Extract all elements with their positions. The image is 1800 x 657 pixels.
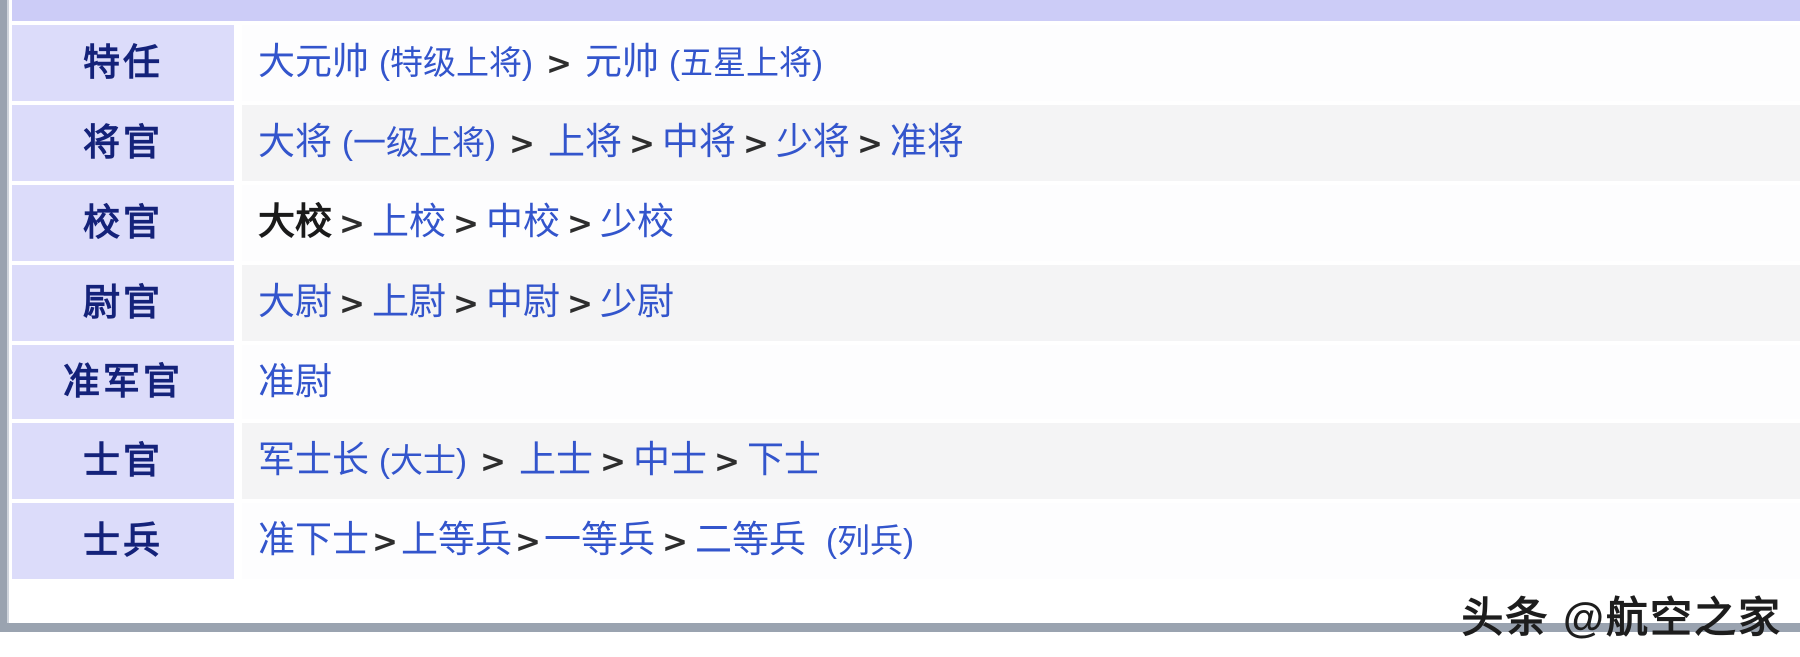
rank-link[interactable]: 大尉 <box>258 281 332 322</box>
rank-category-label: 将官 <box>12 105 242 181</box>
rank-separator: > <box>856 126 883 162</box>
table-row: 校官 大校 > 上校 > 中校 > 少校 <box>12 185 1800 261</box>
rank-category-label: 尉官 <box>12 265 242 341</box>
table-row: 士官 军士长 (大士) > 上士 > 中士 > 下士 <box>12 423 1800 499</box>
rank-alias[interactable]: (特级上将) <box>379 44 533 81</box>
rank-link[interactable]: 上校 <box>372 201 446 242</box>
table-frame: 特任 大元帅 (特级上将) > 元帅 (五星上将) 将官 大将 (一级上将) > 上将 > 中将 > 少将 >… <box>0 0 1800 632</box>
rank-link[interactable]: 中士 <box>633 439 707 480</box>
rank-category-label: 特任 <box>12 25 242 101</box>
rank-link[interactable]: 中尉 <box>486 281 560 322</box>
rank-separator: > <box>514 524 541 560</box>
rank-link[interactable]: 大将 <box>258 121 332 162</box>
rank-category-label: 士官 <box>12 423 242 499</box>
rank-link[interactable]: 下士 <box>747 439 821 480</box>
rank-list: 大校 > 上校 > 中校 > 少校 <box>242 185 1800 261</box>
military-rank-table: 特任 大元帅 (特级上将) > 元帅 (五星上将) 将官 大将 (一级上将) > 上将 > 中将 > 少将 >… <box>12 0 1800 579</box>
rank-category-label: 士兵 <box>12 503 242 579</box>
table-row: 尉官 大尉 > 上尉 > 中尉 > 少尉 <box>12 265 1800 341</box>
rank-link[interactable]: 上将 <box>548 121 622 162</box>
header-band-right <box>242 0 1800 21</box>
rank-separator: > <box>566 286 593 322</box>
rank-list: 准尉 <box>242 345 1800 419</box>
rank-link[interactable]: 上尉 <box>372 281 446 322</box>
rank-link[interactable]: 中将 <box>662 121 736 162</box>
rank-separator: > <box>339 206 365 242</box>
rank-link[interactable]: 少将 <box>776 121 850 162</box>
table-row: 士兵 准下士>上等兵>一等兵 > 二等兵 (列兵) <box>12 503 1800 579</box>
rank-link[interactable]: 少尉 <box>600 281 674 322</box>
rank-link[interactable]: 准下士 <box>258 519 369 560</box>
rank-link[interactable]: 上士 <box>519 439 593 480</box>
rank-link[interactable]: 准将 <box>890 121 964 162</box>
rank-link[interactable]: 少校 <box>600 201 674 242</box>
rank-list: 大尉 > 上尉 > 中尉 > 少尉 <box>242 265 1800 341</box>
rank-alias[interactable]: (列兵) <box>826 522 914 559</box>
rank-separator: > <box>628 126 655 162</box>
rank-separator: > <box>372 524 398 560</box>
rank-separator: > <box>508 126 535 162</box>
rank-link[interactable]: 元帅 <box>585 41 659 82</box>
header-band-left <box>12 0 242 21</box>
rank-separator: > <box>661 524 688 560</box>
table-row: 将官 大将 (一级上将) > 上将 > 中将 > 少将 > 准将 <box>12 105 1800 181</box>
rank-link[interactable]: 上等兵 <box>401 519 512 560</box>
rank-alias[interactable]: (一级上将) <box>342 124 496 161</box>
rank-separator: > <box>479 444 506 480</box>
rank-alias[interactable]: (五星上将) <box>669 44 823 81</box>
rank-link[interactable]: 军士长 <box>258 439 369 480</box>
rank-separator: > <box>339 286 365 322</box>
table-row: 特任 大元帅 (特级上将) > 元帅 (五星上将) <box>12 25 1800 101</box>
rank-list: 大将 (一级上将) > 上将 > 中将 > 少将 > 准将 <box>242 105 1800 181</box>
table-body: 特任 大元帅 (特级上将) > 元帅 (五星上将) 将官 大将 (一级上将) > 上将 > 中将 > 少将 >… <box>12 0 1800 579</box>
rank-separator: > <box>742 126 769 162</box>
rank-separator: > <box>545 46 572 82</box>
table-row: 准军官 准尉 <box>12 345 1800 419</box>
rank-list: 大元帅 (特级上将) > 元帅 (五星上将) <box>242 25 1800 101</box>
watermark: 头条 @航空之家 <box>1461 594 1782 641</box>
rank-list: 准下士>上等兵>一等兵 > 二等兵 (列兵) <box>242 503 1800 579</box>
rank-separator: > <box>452 206 479 242</box>
table-header-band <box>12 0 1800 21</box>
rank-list: 军士长 (大士) > 上士 > 中士 > 下士 <box>242 423 1800 499</box>
rank-category-label: 校官 <box>12 185 242 261</box>
rank-link[interactable]: 二等兵 <box>695 519 806 560</box>
rank-link[interactable]: 准尉 <box>258 361 332 402</box>
rank-separator: > <box>599 444 626 480</box>
rank-link[interactable]: 中校 <box>486 201 560 242</box>
rank-separator: > <box>566 206 593 242</box>
rank-link[interactable]: 大元帅 <box>258 41 369 82</box>
rank-separator: > <box>713 444 740 480</box>
rank-alias[interactable]: (大士) <box>379 442 467 479</box>
rank-separator: > <box>452 286 479 322</box>
rank-current: 大校 <box>258 201 332 242</box>
rank-link[interactable]: 一等兵 <box>544 519 655 560</box>
rank-category-label: 准军官 <box>12 345 242 419</box>
